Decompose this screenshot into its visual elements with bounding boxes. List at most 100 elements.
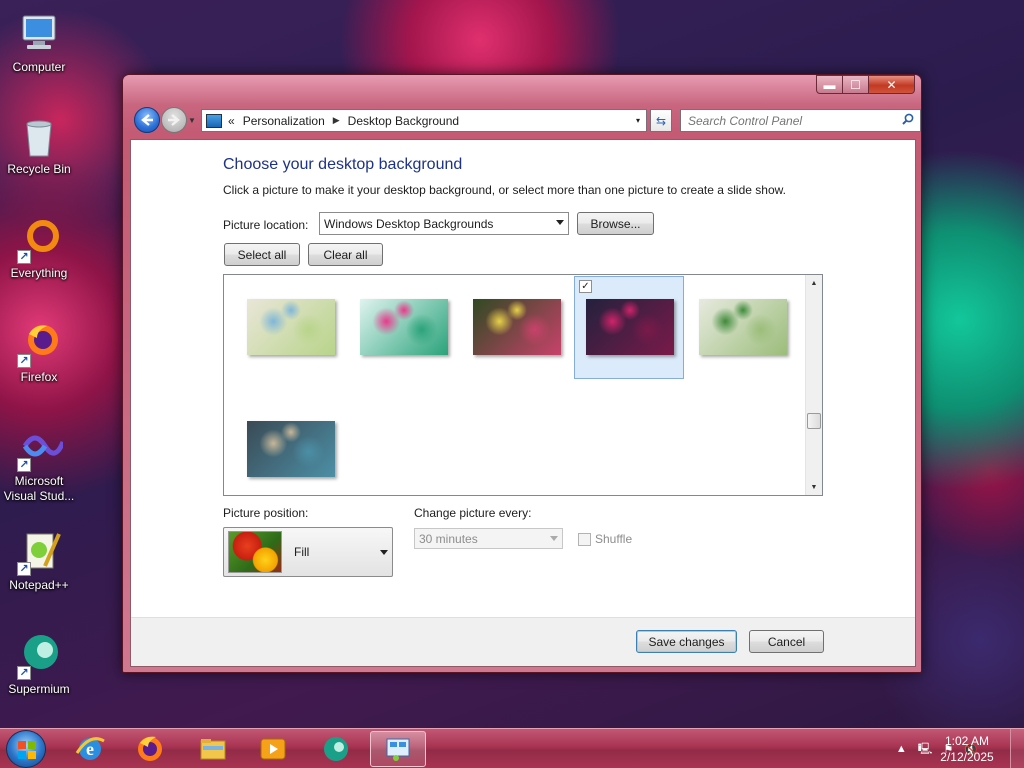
chevron-down-icon [550,536,558,541]
desktop-icon-computer[interactable]: Computer [1,10,77,75]
show-desktop-button[interactable] [1010,729,1024,768]
desktop-icon-supermium[interactable]: ↗ Supermium [1,632,77,697]
notepad-plus-plus-icon: ↗ [15,528,63,576]
picture-location-label: Picture location: [223,218,309,232]
chevron-down-icon [380,550,388,555]
shortcut-arrow-icon: ↗ [17,458,31,472]
taskbar-internet-explorer[interactable]: e [62,731,118,767]
wallpaper-thumbnail[interactable] [235,398,345,495]
desktop-icon-everything[interactable]: ↗ Everything [1,216,77,281]
wallpaper-thumbnail[interactable] [348,276,458,379]
desktop-icon-label: Microsoft Visual Stud... [3,474,75,503]
caption-buttons: ▬ ☐ ✕ [816,75,915,94]
minimize-button[interactable]: ▬ [816,75,843,94]
change-picture-label: Change picture every: [414,506,532,520]
forward-button[interactable] [161,107,187,133]
picture-position-preview [228,531,282,573]
gallery-scrollbar[interactable]: ▲ ▼ [805,275,822,495]
show-hidden-icons-icon[interactable]: ▲ [896,743,907,755]
refresh-icon: ⇆ [655,113,667,128]
search-input[interactable] [688,113,888,128]
desktop-icon-visual-studio[interactable]: ↗ Microsoft Visual Stud... [1,424,77,504]
desktop-icon-recycle-bin[interactable]: Recycle Bin [1,112,77,177]
taskbar-control-panel[interactable] [370,731,426,767]
wallpaper-image [699,299,787,355]
shuffle-checkbox[interactable]: Shuffle [578,532,632,546]
taskbar-file-explorer[interactable] [185,731,241,767]
desktop-icon-label: Supermium [8,682,70,696]
recent-pages-dropdown[interactable]: ▼ [188,116,196,125]
change-picture-value: 30 minutes [419,531,478,546]
cancel-button[interactable]: Cancel [749,630,824,653]
media-player-icon [260,738,286,760]
browse-button[interactable]: Browse... [577,212,654,235]
maximize-button[interactable]: ☐ [843,75,869,94]
breadcrumb-personalization[interactable]: Personalization [243,114,325,128]
taskbar: e ▲ 🖳 ⚑ 🔇 1:02 AM 2/12/2025 [0,728,1024,768]
navigation-bar: ▼ « Personalization ▶ Desktop Background… [131,107,921,135]
visual-studio-icon: ↗ [15,424,66,472]
thumbnail-checkbox[interactable]: ✓ [579,280,592,293]
folder-icon [200,739,226,760]
refresh-button[interactable]: ⇆ [650,109,672,132]
wallpaper-image [247,421,335,477]
network-icon[interactable]: 🖳 [918,740,933,759]
dialog-footer: Save changes Cancel [131,617,915,666]
checkbox-box[interactable] [578,532,591,546]
address-bar[interactable]: « Personalization ▶ Desktop Background ▾ [201,109,647,132]
address-dropdown-icon[interactable]: ▾ [636,116,640,125]
wallpaper-gallery[interactable]: ▲ ▼ ✓ [223,274,823,496]
supermium-icon: ↗ [15,632,63,680]
page-title: Choose your desktop background [223,156,463,173]
system-clock[interactable]: 1:02 AM 2/12/2025 [932,733,1002,765]
picture-location-select[interactable]: Windows Desktop Backgrounds [319,212,569,235]
wallpaper-image [473,299,561,355]
shortcut-arrow-icon: ↗ [17,562,31,576]
shuffle-label: Shuffle [595,532,633,546]
wallpaper-thumbnail[interactable] [687,276,797,379]
content-pane: Choose your desktop background Click a p… [130,139,916,667]
taskbar-media-player[interactable] [245,731,301,767]
search-box[interactable] [680,109,921,132]
wallpaper-thumbnail[interactable]: ✓ [574,276,684,379]
firefox-icon: ↗ [15,320,63,368]
picture-position-value: Fill [294,545,310,559]
clear-all-button[interactable]: Clear all [308,243,383,266]
desktop-icon-notepad-plus-plus[interactable]: ↗ Notepad++ [1,528,77,593]
chevron-down-icon [556,220,564,225]
wallpaper-thumbnail[interactable] [235,276,345,379]
breadcrumb-desktop-background[interactable]: Desktop Background [348,114,459,128]
everything-icon: ↗ [15,216,63,264]
close-button[interactable]: ✕ [869,75,915,94]
breadcrumb-separator-icon[interactable]: ▶ [333,115,340,126]
scroll-down-icon[interactable]: ▼ [806,479,822,495]
desktop-icon-label: Recycle Bin [7,162,71,176]
arrow-left-icon [141,114,153,126]
desktop-icon-firefox[interactable]: ↗ Firefox [1,320,77,385]
desktop-icon-label: Notepad++ [9,578,69,592]
clock-date: 2/12/2025 [940,750,994,764]
desktop-icon-label: Computer [12,60,66,74]
picture-position-select[interactable]: Fill [223,527,393,577]
scrollbar-thumb[interactable] [807,413,821,429]
arrow-right-icon [168,114,180,126]
address-prefix[interactable]: « [228,114,235,128]
save-changes-button[interactable]: Save changes [636,630,737,653]
search-icon[interactable] [902,113,914,128]
scroll-up-icon[interactable]: ▲ [806,275,822,291]
internet-explorer-icon: e [75,737,105,760]
desktop-icon-label: Firefox [20,370,58,384]
select-all-button[interactable]: Select all [224,243,300,266]
taskbar-firefox[interactable] [122,731,178,767]
back-button[interactable] [134,107,160,133]
computer-icon [15,10,63,58]
shortcut-arrow-icon: ↗ [17,250,31,264]
windows-logo-icon [18,741,36,759]
shortcut-arrow-icon: ↗ [17,666,31,680]
wallpaper-thumbnail[interactable] [461,276,571,379]
clock-time: 1:02 AM [944,734,990,748]
start-button[interactable] [6,730,46,768]
taskbar-supermium[interactable] [308,731,364,767]
desktop-icon-label: Everything [10,266,68,280]
change-picture-select[interactable]: 30 minutes [414,528,563,549]
